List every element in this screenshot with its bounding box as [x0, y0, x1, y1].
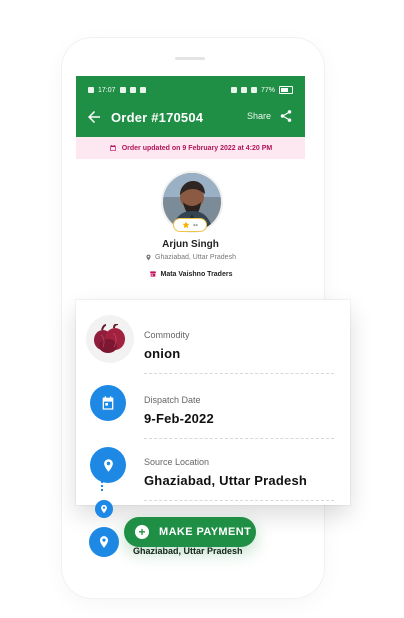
commodity-row: Commodity onion [76, 310, 350, 374]
rating-badge: -- [173, 218, 207, 232]
plus-icon: + [135, 525, 149, 539]
status-bar: 17:07 77% [88, 84, 293, 96]
row-divider [144, 373, 334, 374]
location-pin-icon [146, 254, 151, 261]
location-pin-icon [99, 536, 109, 548]
notification-icon [129, 87, 136, 93]
make-payment-button[interactable]: + MAKE PAYMENT [124, 517, 256, 547]
app-bar: 17:07 77% Order #170504 Share [76, 76, 305, 137]
source-location-row: Source Location Ghaziabad, Uttar Pradesh [76, 437, 350, 501]
share-icon [280, 110, 292, 122]
order-update-text: Order updated on 9 February 2022 at 4:20… [121, 144, 273, 152]
dispatch-date-label: Dispatch Date [144, 395, 201, 405]
signal-icon [88, 87, 94, 93]
bluetooth-icon [230, 87, 237, 93]
calendar-icon [110, 145, 116, 151]
destination-location-icon [89, 527, 119, 557]
commodity-label: Commodity [144, 330, 190, 340]
battery-percent: 77% [260, 86, 275, 94]
status-time: 17:07 [98, 86, 116, 94]
route-connector [101, 473, 104, 491]
order-details-card: Commodity onion Dispatch Date 9-Feb-2022… [76, 300, 350, 505]
calendar-icon-circle [90, 385, 126, 421]
calendar-icon [102, 396, 114, 410]
notification-icon [119, 87, 126, 93]
star-icon [182, 221, 190, 228]
source-location-value: Ghaziabad, Uttar Pradesh [144, 473, 308, 488]
source-location-label: Source Location [144, 457, 210, 467]
seller-shop: Mata Vaishno Traders [76, 270, 305, 278]
dispatch-date-value: 9-Feb-2022 [144, 411, 214, 426]
lower-pin-icon [95, 500, 113, 518]
back-button[interactable] [85, 108, 103, 126]
share-action[interactable]: Share [247, 109, 293, 123]
notification-icon [139, 87, 146, 93]
status-right: 77% [230, 86, 293, 94]
location-icon-circle [90, 447, 126, 483]
commodity-value: onion [144, 346, 181, 361]
wifi-icon [250, 87, 257, 93]
toolbar: Order #170504 Share [76, 100, 305, 134]
status-left: 17:07 [88, 87, 146, 94]
onion-image [86, 315, 134, 363]
battery-icon [279, 86, 293, 94]
phone-speaker [175, 57, 205, 60]
page-title: Order #170504 [111, 110, 204, 125]
shop-name: Mata Vaishno Traders [160, 270, 233, 278]
dispatch-date-row: Dispatch Date 9-Feb-2022 [76, 375, 350, 439]
onion-icon [94, 324, 125, 353]
seller-location: Ghaziabad, Uttar Pradesh [76, 254, 305, 261]
row-divider [144, 500, 334, 501]
store-icon [149, 271, 156, 277]
order-update-banner: Order updated on 9 February 2022 at 4:20… [76, 137, 305, 159]
destination-location-value: Ghaziabad, Uttar Pradesh [133, 546, 243, 556]
mute-icon [240, 87, 247, 93]
share-label: Share [246, 111, 271, 121]
arrow-left-icon [88, 111, 100, 123]
seller-name: Arjun Singh [162, 239, 219, 250]
location-pin-icon [103, 458, 113, 472]
make-payment-label: MAKE PAYMENT [159, 526, 252, 538]
rating-value: -- [193, 221, 198, 229]
location-pin-icon [101, 504, 107, 514]
seller-location-text: Ghaziabad, Uttar Pradesh [155, 254, 236, 261]
